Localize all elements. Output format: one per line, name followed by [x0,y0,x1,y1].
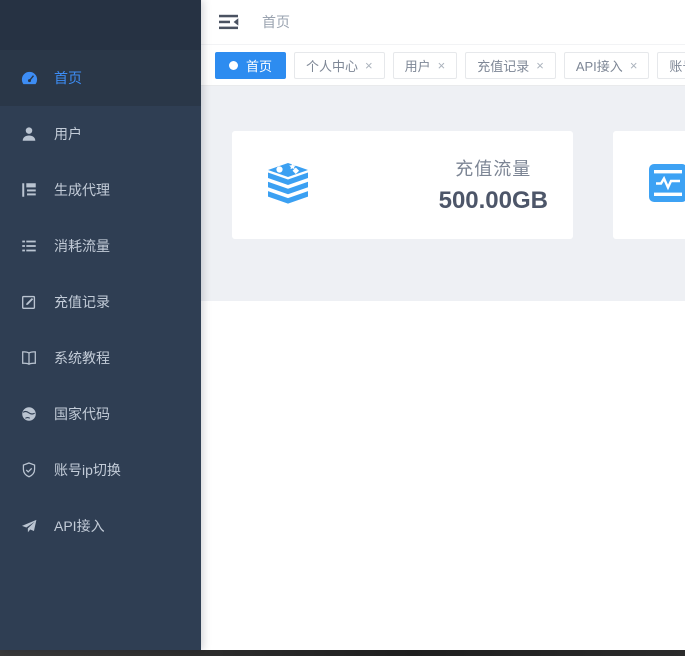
menu-fold-icon[interactable] [218,12,242,32]
stat-card-label: 充值流量 [455,155,531,181]
tab-label: API接入 [576,56,623,75]
tab-api-access[interactable]: API接入 × [564,52,650,79]
tab-label: 个人中心 [306,56,358,75]
stat-card-text: 充值流量 500.00GB [439,155,548,215]
stat-card-recharge-traffic: 充值流量 500.00GB [232,131,573,239]
sidebar-item-label: 充值记录 [54,292,110,312]
tab-personal-center[interactable]: 个人中心 × [294,52,385,79]
main-area: 首页 首页 个人中心 × 用户 × 充值记录 × API接入 × [201,0,685,650]
list-icon [19,236,39,256]
tab-label: 充值记录 [477,56,529,75]
tab-recharge-records[interactable]: 充值记录 × [465,52,556,79]
active-dot-icon [229,61,238,70]
bottom-edge-bar [0,650,685,656]
sidebar-item-label: 首页 [54,68,82,88]
book-icon [19,348,39,368]
tab-account-ip-switch[interactable]: 账号ip切换 × [657,52,685,79]
tab-users[interactable]: 用户 × [393,52,458,79]
app-window: 首页 用户 生成代理 [0,0,685,656]
sidebar-item-label: API接入 [54,516,105,536]
sidebar-item-consumed-traffic[interactable]: 消耗流量 [0,218,201,274]
sidebar-item-system-tutorial[interactable]: 系统教程 [0,330,201,386]
user-icon [19,124,39,144]
sidebar-item-generate-proxy[interactable]: 生成代理 [0,162,201,218]
tab-bar: 首页 个人中心 × 用户 × 充值记录 × API接入 × 账号ip切换 × [201,44,685,86]
tree-icon [19,180,39,200]
sidebar: 首页 用户 生成代理 [0,0,201,650]
close-icon[interactable]: × [365,59,373,72]
content-panel: 充值流量 500.00GB [201,86,685,301]
globe-icon [19,404,39,424]
stack-icon [262,157,314,214]
top-header: 首页 [201,0,685,44]
sidebar-item-label: 用户 [54,124,82,144]
close-icon[interactable]: × [630,59,638,72]
edit-icon [19,292,39,312]
sidebar-top-area [0,0,201,50]
shield-check-icon [19,460,39,480]
sidebar-item-api-access[interactable]: API接入 [0,498,201,554]
sidebar-item-label: 账号ip切换 [54,460,121,480]
dashboard-icon [19,68,39,88]
sidebar-item-account-ip-switch[interactable]: 账号ip切换 [0,442,201,498]
stat-card-partial [613,131,685,239]
stat-card-value: 500.00GB [439,187,548,215]
sidebar-item-label: 国家代码 [54,404,110,424]
tab-label: 账号ip切换 [669,56,685,75]
pulse-chart-icon [649,164,685,207]
sidebar-item-label: 消耗流量 [54,236,110,256]
sidebar-item-country-codes[interactable]: 国家代码 [0,386,201,442]
tab-home[interactable]: 首页 [215,52,286,79]
sidebar-item-users[interactable]: 用户 [0,106,201,162]
paper-plane-icon [19,516,39,536]
sidebar-item-recharge-records[interactable]: 充值记录 [0,274,201,330]
close-icon[interactable]: × [438,59,446,72]
tab-label: 用户 [405,56,431,75]
sidebar-item-home[interactable]: 首页 [0,50,201,106]
tab-label: 首页 [246,56,272,75]
sidebar-item-label: 生成代理 [54,180,110,200]
sidebar-item-label: 系统教程 [54,348,110,368]
close-icon[interactable]: × [536,59,544,72]
breadcrumb[interactable]: 首页 [262,12,290,32]
